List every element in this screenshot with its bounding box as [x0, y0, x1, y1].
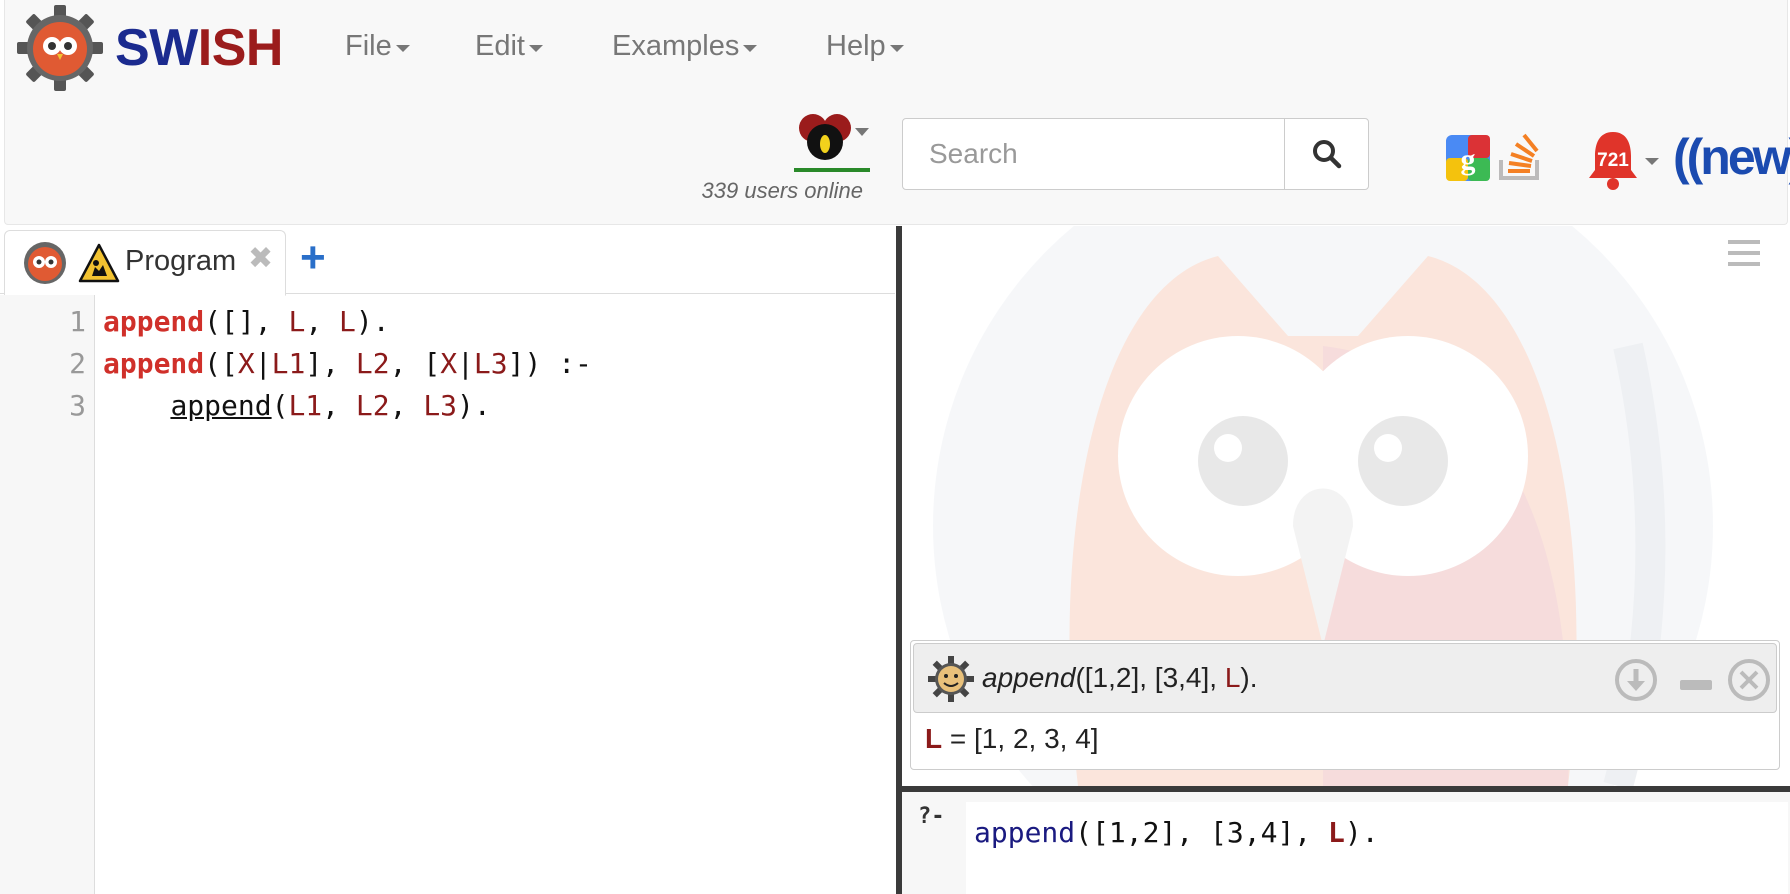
google-icon[interactable]: g — [1446, 135, 1490, 181]
answer-result: L = [1, 2, 3, 4] — [925, 723, 1099, 755]
chevron-down-icon — [889, 45, 904, 52]
results-pane: append([1,2], [3,4], L). L = [1, 2, 3, 4… — [896, 226, 1790, 894]
chevron-down-icon — [395, 45, 410, 52]
svg-text:g: g — [1461, 143, 1476, 176]
chevron-down-icon — [528, 45, 543, 52]
notification-count: 721 — [1597, 150, 1629, 171]
brand-name-sw: SW — [115, 19, 198, 77]
search-button[interactable] — [1284, 118, 1369, 190]
stackoverflow-icon[interactable] — [1495, 130, 1545, 182]
answer-result-value: [1, 2, 3, 4] — [974, 723, 1099, 754]
line-number: 3 — [69, 389, 86, 422]
menu-file-label: File — [345, 30, 392, 62]
hamburger-icon[interactable] — [1728, 238, 1760, 268]
answer-header: append([1,2], [3,4], L). — [913, 643, 1777, 713]
line-number: 2 — [69, 347, 86, 380]
chevron-down-icon — [743, 45, 758, 52]
query-prompt: ?- — [918, 804, 945, 829]
query-editor: ?- append([1,2], [3,4], L). — [902, 792, 1790, 894]
warning-icon — [78, 243, 120, 283]
answer-query-args: ([1,2], [3,4], — [1075, 662, 1225, 693]
menu-examples[interactable]: Examples — [612, 30, 758, 63]
close-icon[interactable]: ✖ — [248, 241, 273, 276]
code-line: append([X|L1], L2, [X|L3]) :- — [103, 347, 592, 380]
query-args: ([1,2], [3,4], — [1075, 816, 1329, 849]
close-icon[interactable] — [1727, 658, 1771, 702]
chevron-down-icon[interactable] — [1645, 158, 1659, 165]
minimize-icon[interactable] — [1680, 680, 1712, 690]
query-pred: append — [974, 816, 1076, 849]
answer-query-var: L — [1224, 662, 1241, 693]
program-editor-pane: Program ✖ + 1 2 3 append([], L, L). appe… — [0, 226, 895, 894]
query-code: append([1,2], [3,4], L). — [974, 816, 1379, 849]
search-icon — [1312, 140, 1341, 169]
line-number: 1 — [69, 305, 86, 338]
answer-query: append([1,2], [3,4], L). — [982, 662, 1258, 694]
query-input[interactable]: append([1,2], [3,4], L). — [966, 802, 1788, 894]
tab-label: Program — [125, 245, 237, 277]
answer-box: append([1,2], [3,4], L). L = [1, 2, 3, 4… — [910, 640, 1780, 770]
brand-name-ish: ISH — [197, 19, 284, 77]
brand[interactable]: SWISH — [15, 4, 283, 92]
answer-query-pred: append — [982, 662, 1076, 693]
menu-edit[interactable]: Edit — [475, 30, 543, 63]
user-avatar-icon[interactable] — [793, 112, 883, 172]
navbar: SWISH File Edit Examples Help 339 users … — [4, 0, 1790, 225]
menu-help-label: Help — [826, 30, 886, 62]
answer-query-end: ). — [1240, 662, 1258, 693]
line-number-gutter: 1 2 3 — [0, 295, 95, 894]
query-end: ). — [1344, 816, 1379, 849]
menu-file[interactable]: File — [345, 30, 410, 63]
query-var: L — [1328, 816, 1345, 849]
menu-help[interactable]: Help — [826, 30, 904, 63]
menu-edit-label: Edit — [475, 30, 525, 62]
users-online-count: 339 users online — [701, 178, 863, 203]
smiley-gear-icon — [928, 656, 974, 702]
brand-name: SWISH — [115, 18, 283, 78]
code-line: append([], L, L). — [103, 305, 390, 338]
add-tab-button[interactable]: + — [300, 236, 326, 280]
new-badge[interactable]: ((new)) — [1673, 128, 1790, 186]
code-line: append(L1, L2, L3). — [170, 389, 491, 422]
search-input[interactable] — [902, 118, 1285, 190]
swish-owl-icon — [24, 242, 66, 284]
tab-bar: Program ✖ + — [0, 226, 895, 296]
swish-logo-icon — [17, 5, 103, 91]
bell-icon[interactable]: 721 — [1585, 128, 1641, 192]
answer-result-eq: = — [942, 723, 975, 754]
menu-examples-label: Examples — [612, 30, 740, 62]
online-indicator — [794, 168, 870, 172]
answer-result-var: L — [925, 723, 943, 754]
download-icon[interactable] — [1614, 658, 1658, 702]
tab-program[interactable]: Program ✖ — [4, 230, 286, 296]
